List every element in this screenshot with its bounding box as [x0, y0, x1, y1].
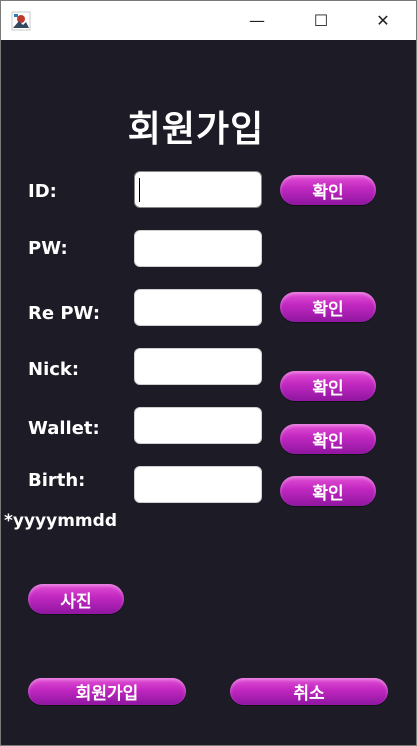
pw-label: PW: — [28, 238, 68, 259]
id-confirm-button[interactable]: 확인 — [280, 175, 376, 205]
nick-confirm-button[interactable]: 확인 — [280, 371, 376, 401]
nick-label: Nick: — [28, 359, 80, 380]
close-button[interactable]: ✕ — [360, 1, 406, 40]
birth-format-hint: *yyyymmdd — [4, 511, 117, 531]
re-pw-input[interactable] — [134, 289, 262, 326]
app-icon — [11, 11, 31, 31]
signup-button[interactable]: 회원가입 — [28, 678, 186, 705]
close-icon: ✕ — [376, 11, 390, 30]
re-pw-confirm-button[interactable]: 확인 — [280, 292, 376, 322]
signup-window: — ☐ ✕ 회원가입 ID: 확인 PW: Re PW: 확인 Nick: 확인… — [0, 0, 417, 746]
re-pw-label: Re PW: — [28, 303, 101, 324]
photo-button[interactable]: 사진 — [28, 584, 124, 614]
pw-input[interactable] — [134, 230, 262, 267]
wallet-label: Wallet: — [28, 418, 100, 439]
maximize-icon: ☐ — [313, 11, 329, 30]
id-input[interactable] — [134, 171, 262, 208]
birth-label: Birth: — [28, 470, 86, 491]
title-bar: — ☐ ✕ — [1, 1, 416, 40]
wallet-confirm-button[interactable]: 확인 — [280, 424, 376, 454]
page-title: 회원가입 — [127, 109, 265, 150]
form-panel: 회원가입 ID: 확인 PW: Re PW: 확인 Nick: 확인 Walle… — [1, 40, 416, 745]
text-caret — [139, 178, 140, 202]
minimize-icon: — — [249, 11, 265, 30]
birth-confirm-button[interactable]: 확인 — [280, 476, 376, 506]
nick-input[interactable] — [134, 348, 262, 385]
id-label: ID: — [28, 181, 57, 202]
wallet-input[interactable] — [134, 407, 262, 444]
maximize-button[interactable]: ☐ — [298, 1, 344, 40]
minimize-button[interactable]: — — [234, 1, 280, 40]
birth-input[interactable] — [134, 466, 262, 503]
cancel-button[interactable]: 취소 — [230, 678, 388, 705]
